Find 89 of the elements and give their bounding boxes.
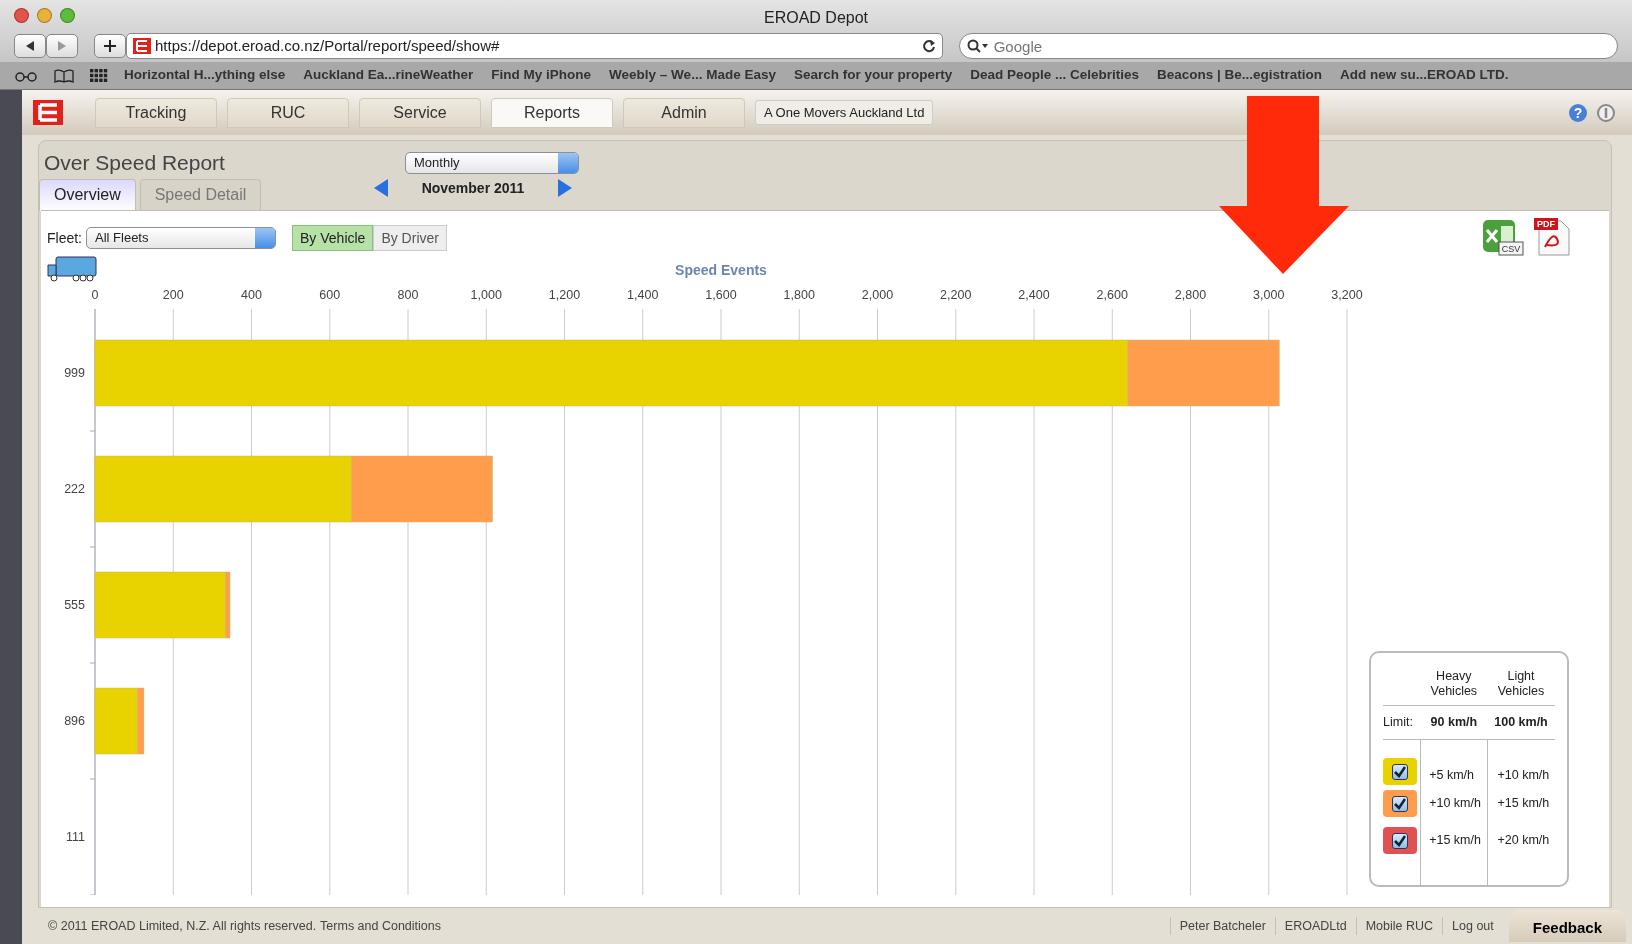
bookmark-link[interactable]: Find My iPhone bbox=[491, 65, 592, 86]
axis-tick-label: 600 bbox=[319, 288, 341, 302]
period-dropdown[interactable]: Monthly bbox=[405, 151, 579, 174]
axis-tick-label: 2,200 bbox=[940, 288, 972, 302]
limit-label: Limit: bbox=[1383, 705, 1421, 739]
checkbox[interactable] bbox=[1392, 832, 1408, 849]
grid-icon[interactable] bbox=[90, 68, 108, 83]
limit-value: 90 km/h bbox=[1420, 705, 1487, 739]
column-header: Heavy Vehicles bbox=[1429, 668, 1479, 699]
bookmark-link[interactable]: Weebly – We... Made Easy bbox=[609, 65, 776, 86]
plus-icon bbox=[104, 40, 116, 52]
search-field[interactable]: Google bbox=[958, 33, 1618, 59]
category-label: 555 bbox=[64, 598, 85, 612]
nav-tab[interactable]: Reports bbox=[491, 97, 613, 128]
threshold-value: +10 km/h bbox=[1429, 796, 1481, 811]
axis-tick-label: 3,000 bbox=[1253, 288, 1285, 302]
truck-icon bbox=[47, 256, 97, 282]
forward-arrow-icon bbox=[57, 40, 67, 52]
threshold-value: +15 km/h bbox=[1497, 796, 1550, 811]
footer-link[interactable]: EROADLtd bbox=[1274, 916, 1356, 936]
minimize-icon[interactable] bbox=[37, 8, 52, 23]
book-icon[interactable] bbox=[54, 68, 74, 83]
axis-tick-label: 400 bbox=[241, 288, 262, 302]
report-title: Over Speed Report bbox=[43, 150, 226, 176]
axis-tick-label: 1,400 bbox=[627, 288, 659, 302]
axis-tick-label: 1,600 bbox=[705, 288, 737, 302]
bookmark-link[interactable]: Beacons | Be...egistration bbox=[1157, 65, 1323, 86]
fleet-label: Fleet: bbox=[47, 228, 82, 248]
footer-link[interactable]: Peter Batcheler bbox=[1169, 916, 1275, 936]
back-arrow-icon bbox=[25, 40, 35, 52]
axis-tick-label: 1,000 bbox=[470, 288, 502, 302]
column-header: Light Vehicles bbox=[1496, 668, 1546, 699]
nav-tab[interactable]: Admin bbox=[623, 97, 745, 128]
bookmark-link[interactable]: Search for your property bbox=[793, 65, 953, 86]
report-tab[interactable]: Overview bbox=[39, 178, 136, 211]
terms-link[interactable]: Terms and Conditions bbox=[320, 916, 441, 936]
previous-arrow-icon[interactable] bbox=[372, 178, 390, 198]
bookmark-link[interactable]: Auckland Ea...rineWeather bbox=[303, 65, 474, 86]
site-logo-icon bbox=[133, 38, 151, 54]
feedback-button[interactable]: Feedback bbox=[1508, 909, 1626, 943]
help-icon[interactable]: ? bbox=[1568, 102, 1588, 123]
axis-tick-label: 800 bbox=[397, 288, 419, 302]
limit-value: 100 km/h bbox=[1487, 705, 1555, 739]
footer-link[interactable]: Mobile RUC bbox=[1355, 916, 1443, 936]
group-by-toggle[interactable]: By Driver bbox=[373, 225, 447, 251]
axis-tick-label: 3,200 bbox=[1331, 288, 1363, 302]
axis-tick-label: 0 bbox=[91, 288, 99, 302]
category-label: 896 bbox=[64, 714, 85, 728]
group-by-toggle[interactable]: By Vehicle bbox=[292, 225, 374, 251]
checkbox[interactable] bbox=[1392, 795, 1408, 812]
info-icon[interactable] bbox=[1596, 102, 1616, 123]
category-label: 222 bbox=[64, 482, 85, 496]
account-label: A One Movers Auckland Ltd bbox=[755, 99, 934, 126]
back-button[interactable] bbox=[14, 34, 46, 58]
category-label: 111 bbox=[66, 830, 85, 844]
axis-tick-label: 1,200 bbox=[548, 288, 581, 302]
axis-tick-label: 2,000 bbox=[861, 288, 894, 302]
bookmark-link[interactable]: Horizontal H...ything else bbox=[124, 65, 286, 86]
axis-tick-label: 1,800 bbox=[783, 288, 815, 302]
threshold-value: +15 km/h bbox=[1429, 833, 1481, 848]
threshold-value: +5 km/h bbox=[1429, 768, 1474, 783]
threshold-value: +10 km/h bbox=[1497, 768, 1550, 783]
nav-tab[interactable]: Tracking bbox=[95, 97, 217, 128]
app-logo-icon[interactable] bbox=[33, 100, 63, 125]
close-icon[interactable] bbox=[14, 8, 29, 23]
bookmark-link[interactable]: Add new su...EROAD LTD. bbox=[1340, 65, 1509, 86]
chart-title: Speed Events bbox=[675, 262, 767, 278]
zoom-icon[interactable] bbox=[60, 8, 75, 23]
axis-tick-label: 2,400 bbox=[1018, 288, 1050, 302]
threshold-value: +20 km/h bbox=[1497, 833, 1550, 848]
checkbox[interactable] bbox=[1392, 763, 1408, 780]
category-label: 999 bbox=[64, 366, 85, 380]
add-tab-button[interactable] bbox=[94, 34, 126, 58]
date-label: November 2011 bbox=[420, 178, 526, 198]
search-icon bbox=[966, 39, 989, 53]
axis-tick-label: 2,600 bbox=[1096, 288, 1128, 302]
window-title: EROAD Depot bbox=[764, 8, 868, 28]
footer-link[interactable]: Log out bbox=[1442, 916, 1503, 936]
reload-icon[interactable] bbox=[921, 39, 936, 53]
nav-tab[interactable]: RUC bbox=[227, 97, 349, 128]
axis-tick-label: 2,800 bbox=[1174, 288, 1207, 302]
next-arrow-icon[interactable] bbox=[556, 178, 574, 198]
axis-tick-label: 200 bbox=[162, 288, 184, 302]
fleet-dropdown[interactable]: All Fleets bbox=[86, 227, 276, 249]
nav-tab[interactable]: Service bbox=[359, 97, 481, 128]
glasses-icon[interactable] bbox=[14, 69, 38, 82]
copyright-text: © 2011 EROAD Limited, N.Z. All rights reserved. bbox=[48, 917, 317, 935]
address-field[interactable]: https://depot.eroad.co.nz/Portal/report/speed/show# bbox=[126, 33, 943, 59]
bookmark-link[interactable]: Dead People ... Celebrities bbox=[970, 65, 1140, 86]
